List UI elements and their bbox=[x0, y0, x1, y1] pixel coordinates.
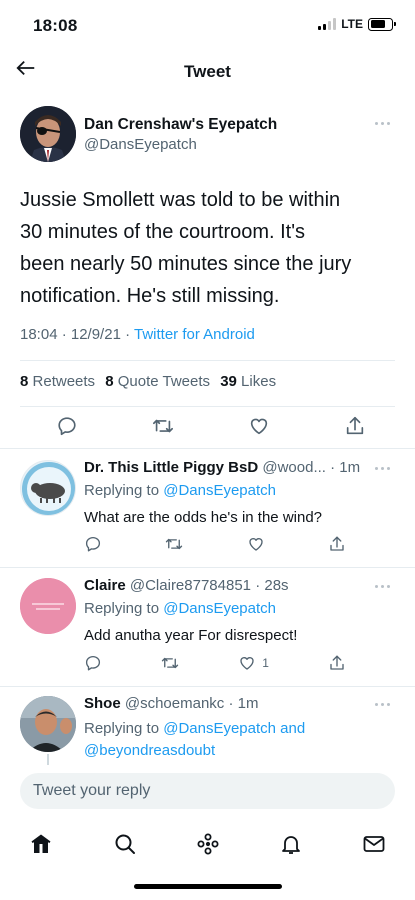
replying-to-link[interactable]: @DansEyepatch and bbox=[163, 720, 305, 737]
reply-tweet[interactable]: Dr. This Little Piggy BsD @wood... · 1m … bbox=[0, 449, 415, 567]
divider bbox=[20, 360, 395, 361]
likes-count: 39 bbox=[220, 373, 237, 390]
more-options-icon[interactable] bbox=[375, 120, 393, 126]
replying-to-prefix: Replying to bbox=[84, 720, 164, 737]
quotes-label: Quote Tweets bbox=[117, 373, 211, 390]
replying-to-link[interactable]: @DansEyepatch bbox=[163, 482, 276, 499]
replying-to: Replying to @DansEyepatch and @beyondrea… bbox=[84, 718, 305, 762]
more-options-icon[interactable] bbox=[375, 583, 393, 589]
replying-to: Replying to @DansEyepatch bbox=[84, 482, 276, 499]
battery-icon bbox=[368, 17, 396, 31]
avatar[interactable] bbox=[20, 106, 76, 162]
tweet-text-line: 30 minutes of the courtroom. It's bbox=[20, 221, 306, 243]
home-indicator[interactable] bbox=[134, 884, 282, 889]
reply-author-name[interactable]: Shoe bbox=[84, 695, 121, 712]
quotes-stat[interactable]: 8 Quote Tweets bbox=[105, 373, 210, 390]
page-title: Tweet bbox=[184, 62, 231, 81]
replying-to-link[interactable]: @DansEyepatch bbox=[163, 600, 276, 617]
tweet-text-line: been nearly 50 minutes since the jury bbox=[20, 253, 352, 275]
reply-author-name[interactable]: Dr. This Little Piggy BsD bbox=[84, 459, 258, 476]
retweet-icon[interactable] bbox=[152, 415, 174, 437]
status-bar: 18:08 LTE bbox=[0, 0, 415, 50]
main-tweet-actions bbox=[56, 414, 366, 438]
reply-tweet[interactable]: Shoe @schoemankc · 1m Replying to @DansE… bbox=[0, 687, 415, 765]
reply-author-handle[interactable]: @Claire87784851 bbox=[130, 577, 251, 594]
reply-tweet[interactable]: Claire @Claire87784851 · 28s Replying to… bbox=[0, 568, 415, 686]
reply-time: · 1m bbox=[228, 695, 259, 712]
retweet-icon[interactable] bbox=[165, 535, 183, 553]
reply-icon[interactable] bbox=[84, 654, 102, 672]
share-icon[interactable] bbox=[328, 535, 346, 553]
signal-icon bbox=[318, 18, 337, 30]
reply-actions: 1 bbox=[84, 652, 346, 674]
status-time: 18:08 bbox=[33, 16, 78, 35]
replying-to-prefix: Replying to bbox=[84, 600, 164, 617]
author-handle[interactable]: @DansEyepatch bbox=[84, 136, 197, 153]
reply-header: Claire @Claire87784851 · 28s bbox=[84, 577, 289, 594]
status-indicators: LTE bbox=[318, 17, 396, 31]
tweet-text-line: notification. He's still missing. bbox=[20, 285, 280, 307]
reply-input[interactable] bbox=[20, 773, 395, 809]
reply-author-handle[interactable]: @wood... bbox=[262, 459, 326, 476]
reply-actions bbox=[84, 533, 346, 555]
tweet-text-line: Jussie Smollett was told to be within bbox=[20, 189, 341, 211]
retweets-label: Retweets bbox=[32, 373, 96, 390]
reply-composer[interactable] bbox=[20, 773, 395, 809]
header: Tweet bbox=[0, 52, 415, 90]
reply-text: Add anutha year For disrespect! bbox=[84, 627, 298, 644]
tweet-timestamp: 18:04 · 12/9/21 · bbox=[20, 326, 134, 343]
retweet-icon[interactable] bbox=[161, 654, 179, 672]
replying-to-prefix: Replying to bbox=[84, 482, 164, 499]
tweet-meta: 18:04 · 12/9/21 · Twitter for Android bbox=[20, 326, 255, 343]
like-icon[interactable] bbox=[247, 535, 265, 553]
more-options-icon[interactable] bbox=[375, 701, 393, 707]
like-count: 1 bbox=[262, 656, 269, 670]
home-icon[interactable] bbox=[27, 830, 55, 858]
reply-icon[interactable] bbox=[84, 535, 102, 553]
network-label: LTE bbox=[341, 17, 363, 31]
reply-text: What are the odds he's in the wind? bbox=[84, 509, 323, 526]
messages-icon[interactable] bbox=[360, 830, 388, 858]
reply-header: Dr. This Little Piggy BsD @wood... · 1m bbox=[84, 459, 360, 476]
search-icon[interactable] bbox=[111, 830, 139, 858]
likes-stat[interactable]: 39 Likes bbox=[220, 373, 276, 390]
more-options-icon[interactable] bbox=[375, 465, 393, 471]
tweet-text: Jussie Smollett was told to be within 30… bbox=[20, 184, 400, 312]
reply-header: Shoe @schoemankc · 1m bbox=[84, 695, 258, 712]
reply-time: · 1m bbox=[330, 459, 361, 476]
like-icon[interactable] bbox=[248, 415, 270, 437]
tweet-stats: 8 Retweets 8 Quote Tweets 39 Likes bbox=[20, 373, 276, 390]
likes-label: Likes bbox=[241, 373, 277, 390]
author-name[interactable]: Dan Crenshaw's Eyepatch bbox=[84, 116, 277, 134]
spaces-icon[interactable] bbox=[194, 830, 222, 858]
share-icon[interactable] bbox=[344, 415, 366, 437]
quotes-count: 8 bbox=[105, 373, 114, 390]
reply-time: · 28s bbox=[255, 577, 289, 594]
reply-author-name[interactable]: Claire bbox=[84, 577, 126, 594]
replying-to-link[interactable]: @beyondreasdoubt bbox=[84, 742, 215, 759]
share-icon[interactable] bbox=[328, 654, 346, 672]
thread-connector bbox=[47, 754, 49, 765]
retweets-count: 8 bbox=[20, 373, 29, 390]
like-icon[interactable]: 1 bbox=[238, 654, 269, 672]
divider bbox=[20, 406, 395, 407]
bottom-tab-bar bbox=[0, 822, 415, 866]
avatar[interactable] bbox=[20, 460, 76, 516]
tweet-source-link[interactable]: Twitter for Android bbox=[134, 326, 255, 343]
retweets-stat[interactable]: 8 Retweets bbox=[20, 373, 95, 390]
avatar[interactable] bbox=[20, 696, 76, 752]
avatar[interactable] bbox=[20, 578, 76, 634]
notifications-icon[interactable] bbox=[277, 830, 305, 858]
replying-to: Replying to @DansEyepatch bbox=[84, 600, 276, 617]
reply-author-handle[interactable]: @schoemankc bbox=[125, 695, 224, 712]
reply-icon[interactable] bbox=[56, 415, 78, 437]
